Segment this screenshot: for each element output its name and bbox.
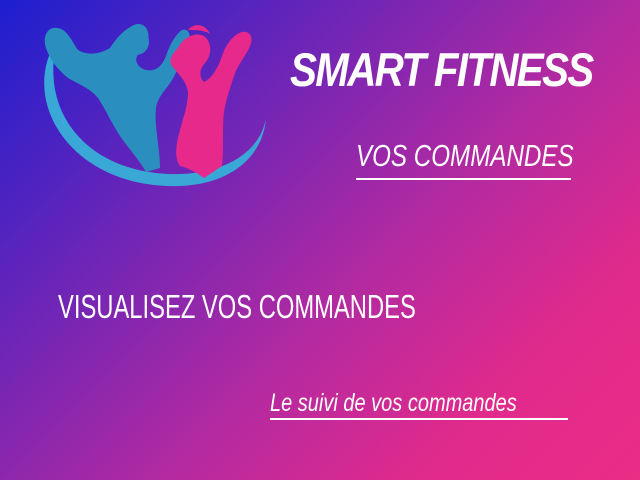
fitness-couple-logo-icon (44, 24, 266, 187)
section-heading: VISUALISEZ VOS COMMANDES (58, 288, 416, 325)
order-link-underline (270, 418, 568, 420)
page-title-underline (356, 178, 571, 180)
brand-title: SMART FITNESS (290, 43, 594, 96)
order-tracking-link[interactable]: Le suivi de vos commandes (270, 391, 517, 416)
page-title: VOS COMMANDES (356, 138, 574, 173)
